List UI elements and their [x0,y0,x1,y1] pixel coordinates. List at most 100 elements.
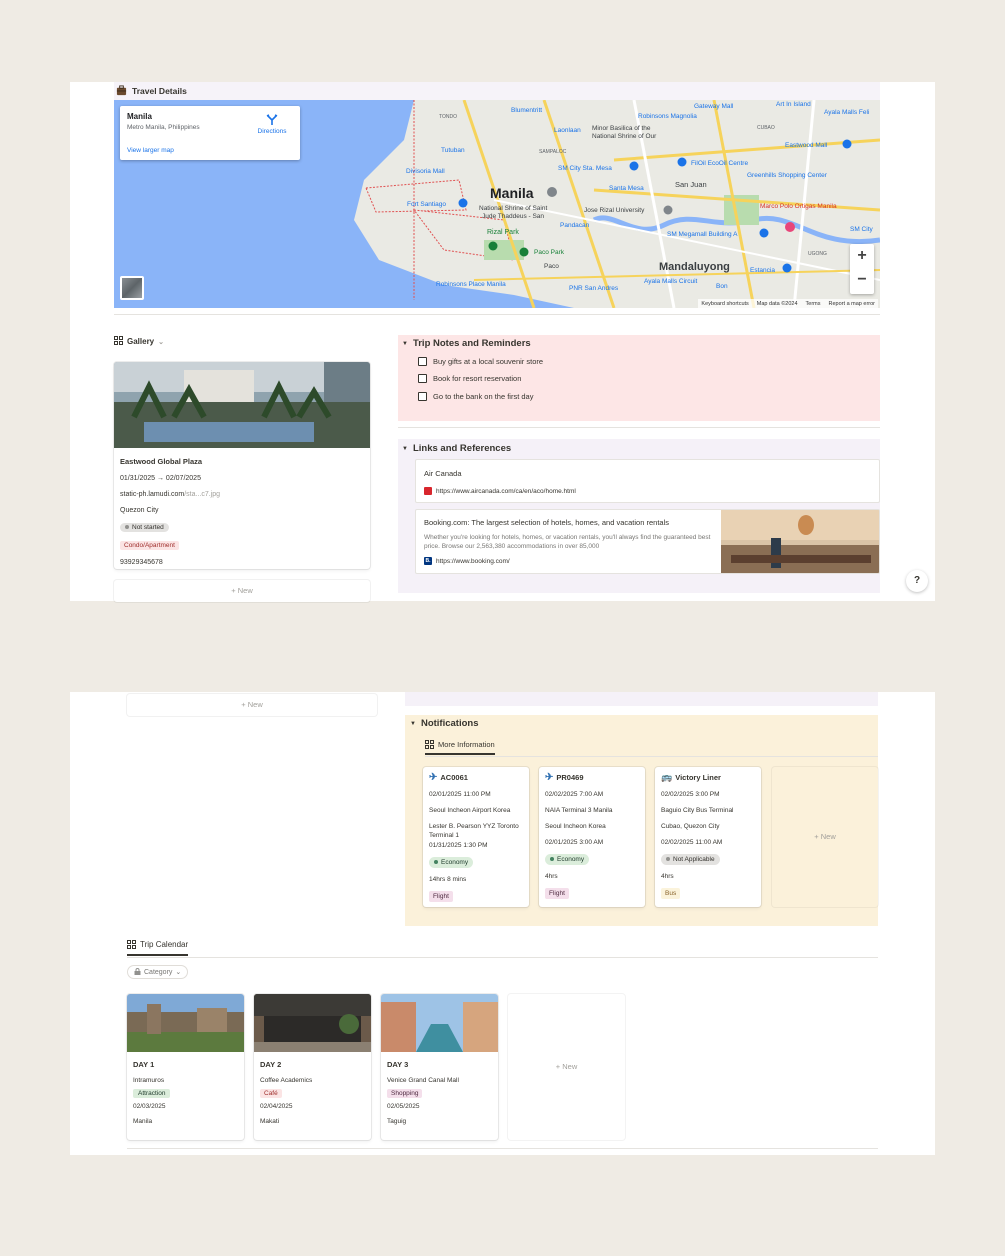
departure-place: Seoul Incheon Korea [545,823,606,830]
zoom-out-button[interactable]: − [850,268,874,292]
bookmark-booking[interactable]: Booking.com: The largest selection of ho… [415,509,880,574]
directions-button[interactable]: Directions [254,114,290,135]
duration: 4hrs [661,873,674,880]
class-badge: Not Applicable [661,854,755,865]
report-map-error-link[interactable]: Report a map error [829,301,875,307]
toggle-triangle-icon: ▼ [402,445,408,452]
svg-text:Fort Santiago: Fort Santiago [407,201,446,208]
day-date: 02/04/2025 [260,1103,293,1110]
arrival-place: NAIA Terminal 3 Manila [545,807,613,814]
gallery-card[interactable]: Eastwood Global Plaza 01/31/2025 → 02/07… [114,362,370,569]
todo-item[interactable]: Go to the bank on the first day [418,392,533,401]
day-city: Taguig [387,1118,407,1125]
svg-text:Robinsons Place Manila: Robinsons Place Manila [436,281,506,288]
day-card[interactable]: DAY 3 Venice Grand Canal Mall Shopping 0… [381,994,498,1140]
transport-card[interactable]: 🚌 Victory Liner 02/02/2025 3:00 PM Baguio… [655,767,761,907]
departure-time: 02/01/2025 3:00 AM [545,839,604,846]
page-section-bottom: + New ▼ Notifications More Information ✈… [70,692,935,1155]
svg-text:Divisoria Mall: Divisoria Mall [406,168,445,175]
toggle-triangle-icon: ▼ [410,720,416,727]
class-badge: Economy [545,854,639,865]
category-tag: Café [254,1089,371,1098]
transport-code: 🚌 Victory Liner [661,772,721,782]
air-canada-favicon-icon [424,487,432,495]
svg-text:San Juan: San Juan [675,180,707,189]
satellite-toggle[interactable] [120,276,144,300]
svg-text:FilOil EcoOil Centre: FilOil EcoOil Centre [691,160,748,167]
duration: 4hrs [545,873,558,880]
day-label: DAY 1 [133,1060,155,1069]
category-tag: Shopping [381,1089,498,1098]
todo-item[interactable]: Book for resort reservation [418,374,521,383]
svg-text:TONDO: TONDO [439,114,457,120]
bookmark-url: https://www.aircanada.com/ca/en/aco/home… [424,487,576,495]
top-new-button[interactable]: + New [127,694,377,716]
airplane-icon: ✈ [429,772,438,783]
mode-tag: Bus [661,888,755,899]
links-header[interactable]: ▼ Links and References [402,443,511,454]
checkbox[interactable] [418,374,427,383]
mode-tag: Flight [429,891,523,902]
notifications-new-button[interactable]: + New [772,767,878,907]
trip-calendar-tab[interactable]: Trip Calendar [127,940,189,956]
day-label: DAY 2 [260,1060,282,1069]
svg-text:Paco: Paco [544,263,559,270]
arrival-place: Seoul Incheon Airport Korea [429,807,511,814]
svg-text:Jude Thaddeus - San: Jude Thaddeus - San [482,213,544,220]
mode-tag: Flight [545,888,639,899]
notifications-header[interactable]: ▼ Notifications [410,718,478,729]
transport-code: ✈ PR0469 [545,772,584,783]
day-date: 02/05/2025 [387,1103,420,1110]
terms-link[interactable]: Terms [806,301,821,307]
keyboard-shortcuts-link[interactable]: Keyboard shortcuts [701,301,748,307]
transport-card[interactable]: ✈ PR0469 02/02/2025 7:00 AM NAIA Terminal… [539,767,645,907]
day-card-image [254,994,371,1052]
svg-text:SM City: SM City [850,226,874,233]
svg-text:Gateway Mall: Gateway Mall [694,103,734,110]
map-place-card: Manila Metro Manila, Philippines View la… [120,106,300,160]
view-larger-map-link[interactable]: View larger map [127,147,174,154]
calendar-new-button[interactable]: + New [508,994,625,1140]
svg-text:UGONG: UGONG [808,251,827,257]
departure-time: 02/02/2025 11:00 AM [661,839,723,846]
arrival-time: 02/02/2025 7:00 AM [545,791,604,798]
transport-card[interactable]: ✈ AC0061 02/01/2025 11:00 PM Seoul Incheo… [423,767,529,907]
svg-text:Marco Polo Ortigas Manila: Marco Polo Ortigas Manila [760,203,837,210]
directions-icon [266,114,278,125]
gallery-tab[interactable]: Gallery ⌄ [114,336,164,347]
divider [398,427,880,428]
day-place: Intramuros [133,1077,165,1084]
map-embed[interactable]: Manila Mandaluyong Blumentritt TONDO Gat… [114,100,880,308]
chevron-down-icon: ⌄ [158,338,165,346]
help-button[interactable]: ? [906,570,928,592]
gallery-new-button[interactable]: + New [114,580,370,602]
more-information-tab[interactable]: More Information [425,740,495,755]
departure-place: Lester B. Pearson YYZ Toronto Terminal 1 [429,823,519,839]
map-data-label: Map data ©2024 [756,300,798,307]
svg-text:Jose Rizal University: Jose Rizal University [584,207,645,214]
type-tag: Condo/Apartment [120,541,364,550]
grid-icon [127,940,136,949]
bookmark-air-canada[interactable]: Air Canada https://www.aircanada.com/ca/… [415,459,880,503]
airplane-icon: ✈ [545,772,554,783]
bus-icon: 🚌 [661,772,673,782]
checkbox[interactable] [418,357,427,366]
svg-text:CUBAO: CUBAO [757,125,775,131]
day-card[interactable]: DAY 1 Intramuros Attraction 02/03/2025 M… [127,994,244,1140]
svg-text:Eastwood Mall: Eastwood Mall [785,142,828,149]
day-place: Venice Grand Canal Mall [387,1077,459,1084]
grid-icon [425,740,434,749]
svg-text:Laonlaan: Laonlaan [554,127,581,134]
svg-text:SAMPALOC: SAMPALOC [539,149,567,155]
day-card[interactable]: DAY 2 Coffee Academics Café 02/04/2025 M… [254,994,371,1140]
gallery-card-url[interactable]: static-ph.lamudi.com/sta...c7.jpg [120,491,364,498]
svg-text:Manila: Manila [490,185,534,201]
day-city: Makati [260,1118,280,1125]
trip-notes-header[interactable]: ▼ Trip Notes and Reminders [402,338,531,349]
category-filter[interactable]: Category ⌄ [127,965,189,979]
svg-text:Estancia: Estancia [750,267,775,274]
svg-text:Blumentritt: Blumentritt [511,107,542,114]
zoom-in-button[interactable]: + [850,244,874,268]
checkbox[interactable] [418,392,427,401]
todo-item[interactable]: Buy gifts at a local souvenir store [418,357,543,366]
